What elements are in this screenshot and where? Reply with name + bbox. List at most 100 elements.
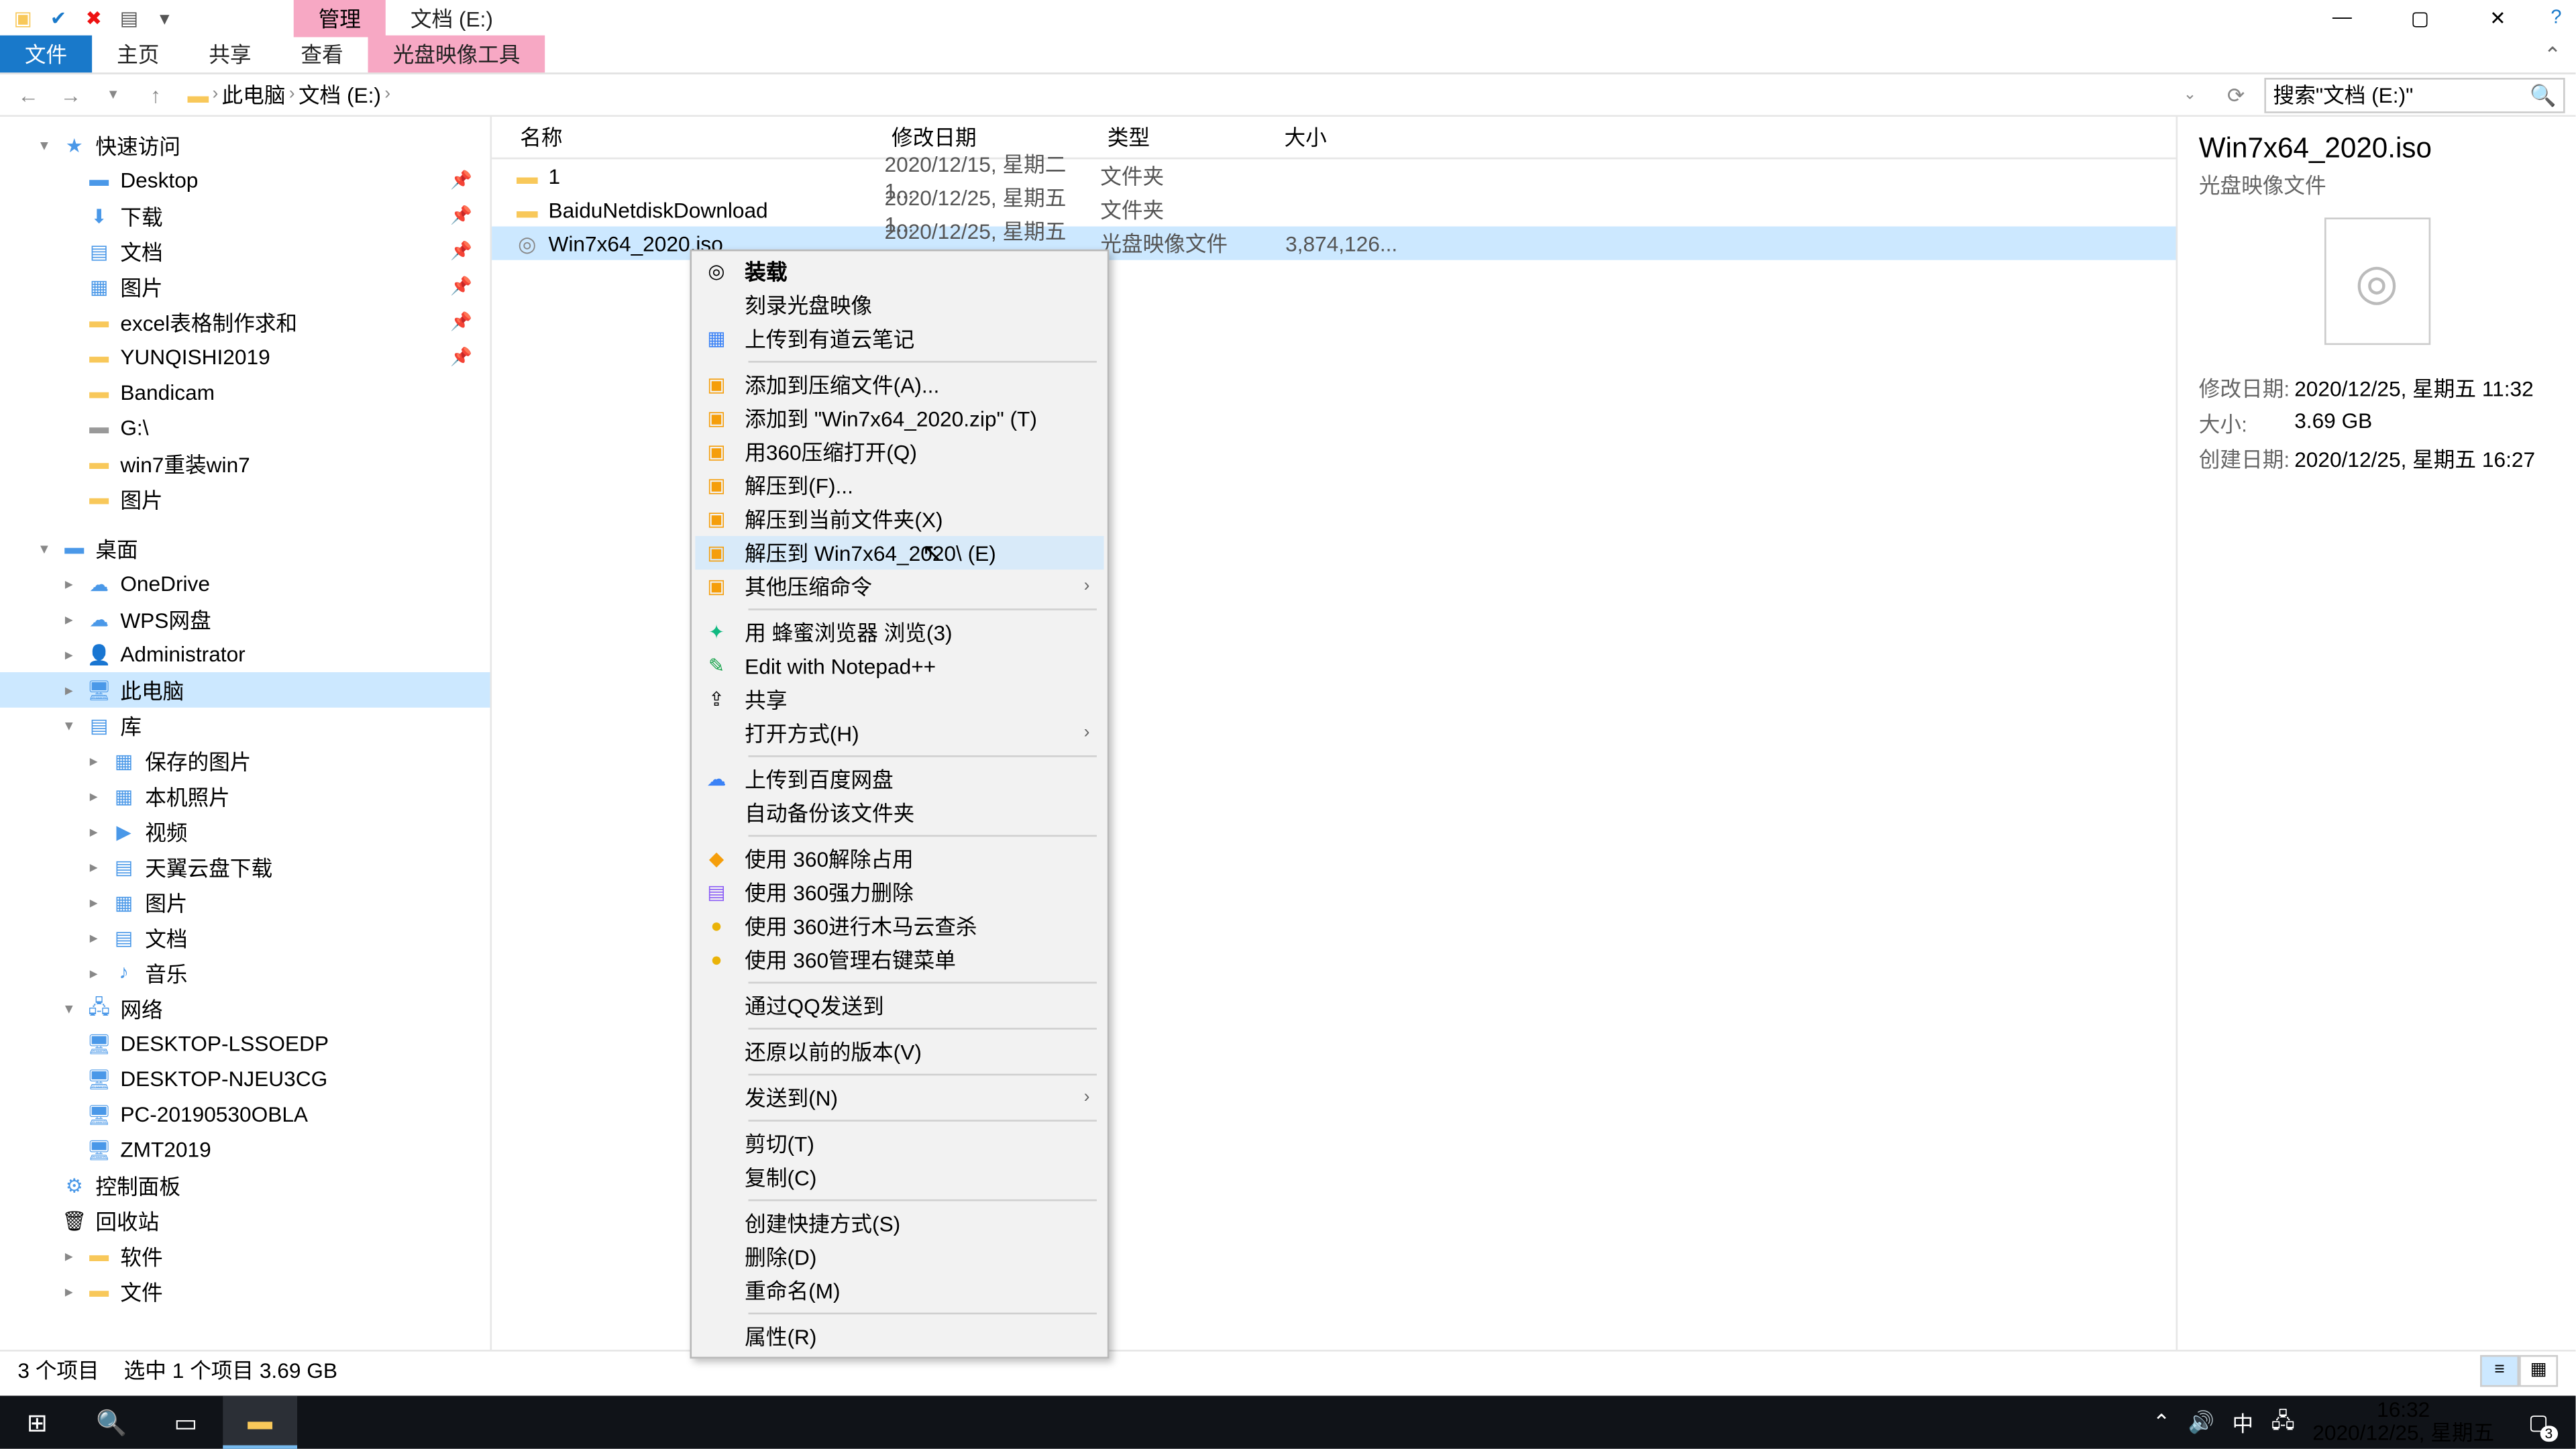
tree-item[interactable]: ▬win7重装win7 (0, 446, 490, 482)
col-size[interactable]: 大小 (1277, 122, 1419, 152)
ribbon-tab-home[interactable]: 主页 (92, 36, 184, 72)
tree-item[interactable]: ▬图片 (0, 481, 490, 517)
tree-item[interactable]: ▦保存的图片 (0, 743, 490, 779)
tree-quick-access[interactable]: ★快速访问 (0, 127, 490, 163)
minimize-button[interactable]: — (2303, 0, 2381, 36)
tree-item[interactable]: ▤天翼云盘下载 (0, 849, 490, 885)
ctx-item[interactable]: ▦上传到有道云笔记 (695, 322, 1104, 356)
tree-item[interactable]: ▶视频 (0, 814, 490, 849)
ctx-item[interactable]: 重命名(M) (695, 1274, 1104, 1307)
tree-item[interactable]: ▬软件 (0, 1238, 490, 1274)
ribbon-tab-view[interactable]: 查看 (276, 36, 368, 72)
tree-item[interactable]: 🖥PC-20190530OBLA (0, 1097, 490, 1132)
explorer-taskbar-button[interactable]: ▬ (223, 1396, 297, 1449)
view-icons-button[interactable]: ▦ (2519, 1354, 2558, 1386)
qat-new-icon[interactable]: ▤ (117, 5, 142, 30)
ctx-item[interactable]: ▣添加到 "Win7x64_2020.zip" (T) (695, 402, 1104, 435)
qat-close-icon[interactable]: ✖ (81, 5, 106, 30)
ctx-item[interactable]: 发送到(N)› (695, 1081, 1104, 1114)
tree-item[interactable]: ☁OneDrive (0, 566, 490, 602)
ctx-item[interactable]: ▣解压到(F)... (695, 469, 1104, 502)
view-details-button[interactable]: ≡ (2480, 1354, 2519, 1386)
ctx-item[interactable]: ●使用 360进行木马云查杀 (695, 909, 1104, 943)
nav-up-button[interactable]: ↑ (138, 77, 174, 113)
ctx-item[interactable]: 刻录光盘映像 (695, 288, 1104, 322)
search-button[interactable]: 🔍 (74, 1396, 149, 1449)
maximize-button[interactable]: ▢ (2381, 0, 2459, 36)
ctx-item[interactable]: ◆使用 360解除占用 (695, 842, 1104, 875)
ctx-item[interactable]: ◎装载 (695, 255, 1104, 288)
addr-dropdown-icon[interactable]: ⌄ (2172, 77, 2208, 113)
ctx-item[interactable]: 剪切(T) (695, 1127, 1104, 1161)
tree-item[interactable]: ▬Desktop📌 (0, 163, 490, 199)
ctx-item[interactable]: 打开方式(H)› (695, 716, 1104, 750)
close-button[interactable]: ✕ (2459, 0, 2536, 36)
tree-desktop[interactable]: ▬桌面 (0, 531, 490, 566)
tree-item[interactable]: ▬G:\ (0, 411, 490, 446)
ctx-item[interactable]: 创建快捷方式(S) (695, 1206, 1104, 1240)
tree-item[interactable]: 🖥ZMT2019 (0, 1132, 490, 1168)
ctx-item[interactable]: 还原以前的版本(V) (695, 1035, 1104, 1069)
tree-item[interactable]: ☁WPS网盘 (0, 602, 490, 637)
ctx-item[interactable]: ☁上传到百度网盘 (695, 763, 1104, 796)
search-input[interactable]: 搜索"文档 (E:)" 🔍 (2264, 77, 2565, 113)
tree-item[interactable]: ▤文档📌 (0, 233, 490, 269)
file-row[interactable]: ▬ BaiduNetdiskDownload 2020/12/25, 星期五 1… (492, 193, 2176, 226)
tree-item[interactable]: ▦本机照片 (0, 778, 490, 814)
tree-item[interactable]: ▦图片 (0, 885, 490, 920)
tree-item[interactable]: ▦图片📌 (0, 269, 490, 305)
nav-recent-button[interactable]: ▾ (95, 77, 131, 113)
col-name[interactable]: 名称 (513, 122, 885, 152)
ctx-item[interactable]: 通过QQ发送到 (695, 989, 1104, 1022)
help-button[interactable]: ? (2536, 0, 2575, 36)
ctx-item[interactable]: ▣解压到 Win7x64_2020\ (E) (695, 536, 1104, 570)
ribbon-tab-share[interactable]: 共享 (184, 36, 276, 72)
network-icon[interactable]: 🖧 (2271, 1403, 2295, 1440)
col-type[interactable]: 类型 (1100, 122, 1277, 152)
ctx-item[interactable]: 属性(R) (695, 1320, 1104, 1353)
taskbar-clock[interactable]: 16:32 2020/12/25, 星期五 (2312, 1399, 2494, 1446)
tree-item[interactable]: ⬇下载📌 (0, 198, 490, 233)
ctx-item[interactable]: ✎Edit with Notepad++ (695, 649, 1104, 683)
search-icon[interactable]: 🔍 (2530, 83, 2556, 107)
ribbon-tab-file[interactable]: 文件 (0, 36, 92, 72)
tree-item[interactable]: ▬YUNQISHI2019📌 (0, 339, 490, 375)
volume-icon[interactable]: 🔊 (2188, 1410, 2214, 1435)
ctx-item[interactable]: 复制(C) (695, 1161, 1104, 1194)
ctx-item[interactable]: ⇪共享 (695, 683, 1104, 716)
tree-libraries[interactable]: ▤库 (0, 708, 490, 743)
tree-this-pc[interactable]: 🖥此电脑 (0, 672, 490, 708)
tree-item[interactable]: 🗑回收站 (0, 1203, 490, 1238)
notification-center-button[interactable]: ▢ 3 (2512, 1396, 2565, 1449)
tree-item[interactable]: 🖥DESKTOP-NJEU3CG (0, 1061, 490, 1097)
ctx-item[interactable]: ✦用 蜂蜜浏览器 浏览(3) (695, 616, 1104, 649)
ctx-item[interactable]: ●使用 360管理右键菜单 (695, 943, 1104, 977)
tree-item[interactable]: ▬Bandicam (0, 375, 490, 411)
tree-item[interactable]: ▬文件 (0, 1274, 490, 1309)
tree-item[interactable]: 👤Administrator (0, 637, 490, 672)
column-headers[interactable]: 名称 修改日期 类型 大小 (492, 117, 2176, 159)
ctx-item[interactable]: ▣添加到压缩文件(A)... (695, 368, 1104, 401)
crumb-drive[interactable]: 文档 (E:) (299, 80, 381, 110)
ribbon-tab-disc-tools[interactable]: 光盘映像工具 (368, 36, 545, 72)
ctx-item[interactable]: ▣用360压缩打开(Q) (695, 435, 1104, 469)
tree-item[interactable]: ⚙控制面板 (0, 1167, 490, 1203)
ime-icon[interactable]: 中 (2233, 1407, 2254, 1438)
tree-network[interactable]: 🖧网络 (0, 991, 490, 1026)
nav-forward-button[interactable]: → (53, 77, 89, 113)
ctx-item[interactable]: 删除(D) (695, 1240, 1104, 1274)
nav-back-button[interactable]: ← (11, 77, 46, 113)
refresh-button[interactable]: ⟳ (2218, 77, 2254, 113)
title-tab-manage[interactable]: 管理 (294, 0, 386, 36)
qat-dropdown-icon[interactable]: ▾ (152, 5, 177, 30)
tree-item[interactable]: ♪音乐 (0, 955, 490, 991)
tray-overflow-icon[interactable]: ⌃ (2153, 1410, 2171, 1435)
tree-item[interactable]: 🖥DESKTOP-LSSOEDP (0, 1026, 490, 1061)
crumb-pc[interactable]: 此电脑 (222, 80, 286, 110)
task-view-button[interactable]: ▭ (149, 1396, 223, 1449)
ribbon-expand-icon[interactable]: ⌃ (2544, 36, 2576, 72)
ctx-item[interactable]: ▤使用 360强力删除 (695, 875, 1104, 909)
tree-item[interactable]: ▬excel表格制作求和📌 (0, 305, 490, 340)
col-date[interactable]: 修改日期 (885, 122, 1101, 152)
ctx-item[interactable]: ▣解压到当前文件夹(X) (695, 502, 1104, 536)
